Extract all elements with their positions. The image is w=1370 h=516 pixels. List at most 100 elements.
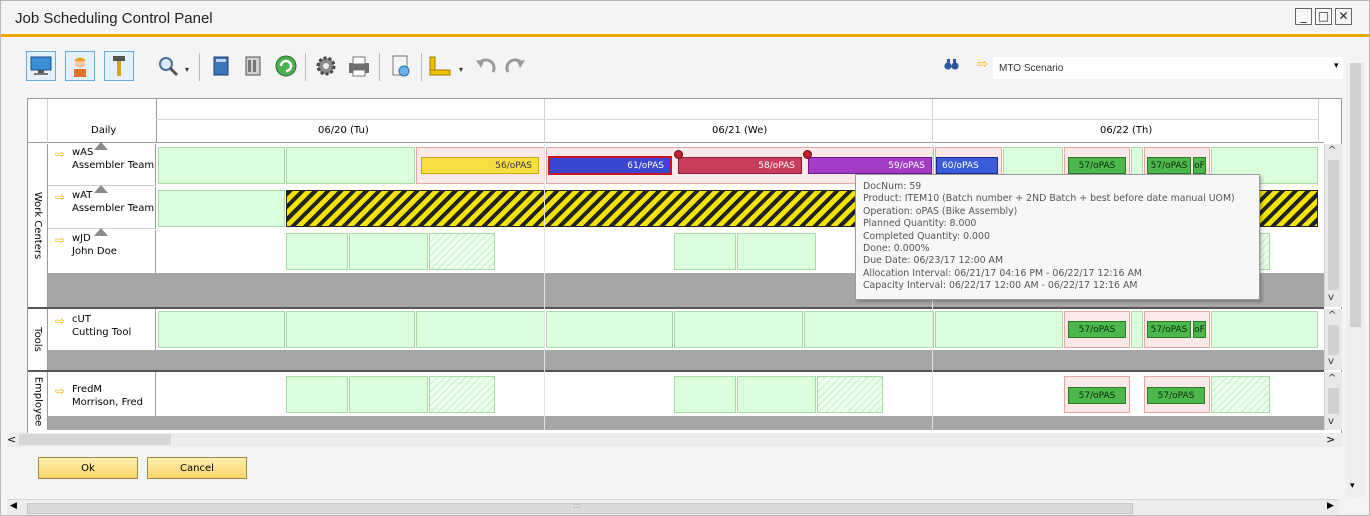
capacity-block: [158, 190, 285, 227]
toolbar: ▾ ▾ ⇨ MTO Scenario ▾: [1, 40, 1369, 96]
operation-bar[interactable]: 57/oPAS: [1147, 157, 1191, 174]
capacity-block: [674, 376, 736, 413]
ok-button[interactable]: Ok: [38, 457, 138, 479]
window-vscrollbar[interactable]: ▾: [1346, 63, 1365, 497]
operation-bar[interactable]: 56/oPAS: [421, 157, 539, 174]
capacity-block: [546, 311, 673, 348]
operation-bar[interactable]: oF: [1193, 157, 1206, 174]
scroll-right-arrow: ▶: [1327, 501, 1334, 511]
scroll-grip: :::: [573, 501, 582, 510]
capacity-block: [1131, 311, 1143, 348]
collapse-icon[interactable]: [94, 142, 108, 150]
capacity-block: [935, 311, 1063, 348]
toolbar-separator: [421, 53, 422, 81]
cancel-button[interactable]: Cancel: [147, 457, 247, 479]
scroll-thumb[interactable]: [19, 434, 171, 445]
tools-icon[interactable]: [104, 51, 134, 81]
window-hscrollbar[interactable]: ◀ ::: ▶: [7, 499, 1339, 515]
scroll-down-arrow[interactable]: ▾: [1350, 481, 1355, 491]
refresh-icon[interactable]: [271, 51, 301, 81]
operation-bar[interactable]: 61/oPAS: [548, 156, 672, 175]
resource-name: Morrison, Fred: [72, 397, 144, 408]
scroll-left-arrow: ◀: [10, 501, 17, 511]
magnifier-icon[interactable]: [153, 51, 183, 81]
scroll-left-arrow: <: [7, 433, 17, 446]
capacity-block: [1211, 311, 1318, 348]
day-header: 06/20 (Tu): [318, 125, 369, 136]
settings-panel-icon[interactable]: [238, 51, 268, 81]
day-header: 06/21 (We): [712, 125, 768, 136]
resource-row-header[interactable]: ⇨ cUT Cutting Tool: [48, 309, 156, 350]
operation-bar[interactable]: 57/oPAS: [1068, 387, 1126, 404]
resource-row-header[interactable]: ⇨ FredM Morrison, Fred: [48, 372, 156, 416]
capacity-block-hatched: [429, 233, 495, 270]
capacity-block: [158, 147, 285, 184]
gear-icon[interactable]: [311, 51, 341, 81]
minimize-button[interactable]: _: [1295, 8, 1312, 25]
group-label-employee: Employee: [28, 372, 48, 430]
resource-name: Assembler Team: [72, 203, 155, 214]
capacity-block: [286, 376, 348, 413]
title-bar: Job Scheduling Control Panel _ □ ✕: [1, 1, 1369, 37]
operation-bar[interactable]: 59/oPAS: [808, 157, 932, 174]
resource-code: cUT: [72, 314, 91, 325]
pin-icon[interactable]: [803, 150, 812, 159]
close-button[interactable]: ✕: [1335, 8, 1352, 25]
binoculars-icon[interactable]: [944, 58, 959, 75]
scenario-arrow-icon: ⇨: [977, 57, 988, 72]
resource-arrow-icon[interactable]: ⇨: [55, 384, 65, 398]
resource-code: wAT: [72, 190, 93, 201]
export-document-icon[interactable]: [385, 51, 415, 81]
collapse-icon[interactable]: [94, 228, 108, 236]
collapse-icon[interactable]: [94, 185, 108, 193]
capacity-block: [286, 147, 415, 184]
resource-arrow-icon[interactable]: ⇨: [55, 147, 65, 161]
capacity-block: [286, 311, 415, 348]
operation-bar[interactable]: 57/oPAS: [1147, 387, 1205, 404]
database-icon[interactable]: [206, 51, 236, 81]
ruler-dropdown-icon[interactable]: ▾: [459, 65, 463, 74]
grid-header: Daily 06/20 (Tu) 06/21 (We) 06/22 (Th): [28, 99, 1324, 143]
tools-scrollbar[interactable]: ^ v: [1324, 309, 1342, 370]
resource-row-header[interactable]: ⇨ wJD John Doe: [48, 228, 156, 273]
capacity-block: [674, 233, 736, 270]
work-centers-scrollbar[interactable]: ^ v: [1324, 144, 1342, 307]
resource-arrow-icon[interactable]: ⇨: [55, 314, 65, 328]
empty-band: [48, 350, 1324, 370]
toolbar-separator: [199, 53, 200, 81]
printer-icon[interactable]: [344, 51, 374, 81]
view-scale-label[interactable]: Daily: [91, 125, 116, 136]
maximize-button[interactable]: □: [1315, 8, 1332, 25]
capacity-block-hatched: [1211, 376, 1270, 413]
employee-scrollbar[interactable]: ^ v: [1324, 372, 1342, 430]
operation-bar[interactable]: 57/oPAS: [1068, 157, 1126, 174]
scenario-select[interactable]: [993, 57, 1343, 79]
operation-bar[interactable]: 60/oPAS: [936, 157, 998, 174]
operation-bar[interactable]: oF: [1193, 321, 1206, 338]
resource-arrow-icon[interactable]: ⇨: [55, 233, 65, 247]
operation-bar[interactable]: 57/oPAS: [1147, 321, 1191, 338]
resource-code: FredM: [72, 384, 103, 395]
magnifier-dropdown-icon[interactable]: ▾: [185, 65, 189, 74]
scenario-dropdown-icon[interactable]: ▾: [1334, 61, 1339, 71]
monitor-icon[interactable]: [26, 51, 56, 81]
day-header: 06/22 (Th): [1100, 125, 1153, 136]
empty-band: [48, 416, 1324, 430]
toolbar-separator: [305, 53, 306, 81]
pin-icon[interactable]: [674, 150, 683, 159]
resource-row-header[interactable]: ⇨ wAT Assembler Team: [48, 185, 156, 229]
scroll-thumb[interactable]: [1350, 63, 1361, 327]
worker-icon[interactable]: [65, 51, 95, 81]
resource-arrow-icon[interactable]: ⇨: [55, 190, 65, 204]
capacity-block: [349, 376, 428, 413]
grid-hscrollbar[interactable]: < >: [7, 433, 1343, 447]
capacity-block-hatched: [429, 376, 495, 413]
window-title: Job Scheduling Control Panel: [15, 10, 213, 27]
operation-bar[interactable]: 58/oPAS: [678, 157, 802, 174]
undo-icon[interactable]: [470, 51, 500, 81]
capacity-block: [349, 233, 428, 270]
ruler-icon[interactable]: [425, 51, 455, 81]
redo-icon[interactable]: [501, 51, 531, 81]
operation-bar[interactable]: 57/oPAS: [1068, 321, 1126, 338]
resource-row-header[interactable]: ⇨ wAS Assembler Team: [48, 142, 156, 186]
